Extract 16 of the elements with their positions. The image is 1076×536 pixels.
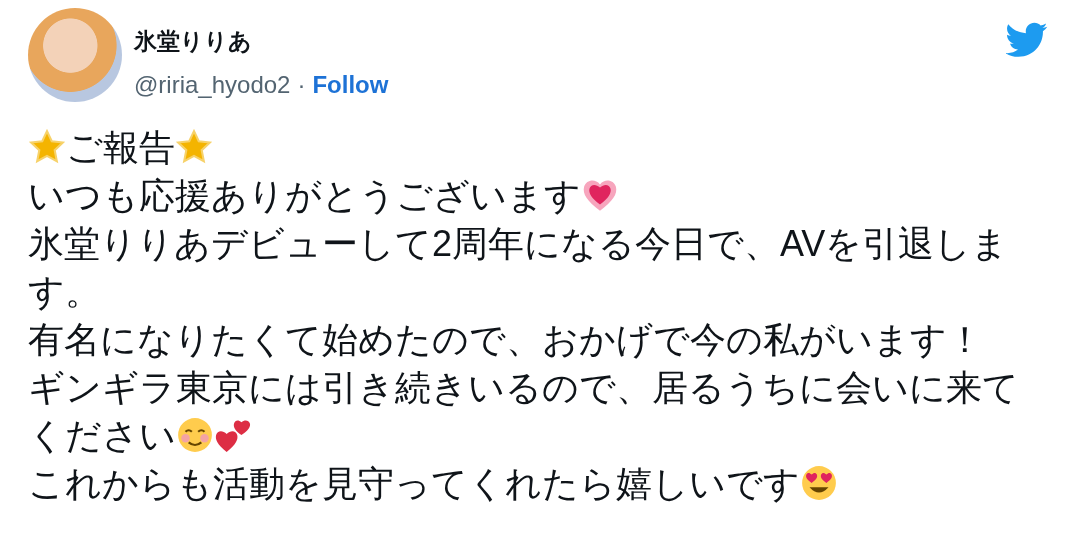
tweet-text-line: ご報告 [66,127,175,168]
tweet-text-line: ギンギラ東京には引き続きいるので、居るうちに会いに来て [28,367,1019,408]
heart-eyes-face-icon [800,464,838,502]
user-handle: @riria_hyodo2 [134,71,291,99]
smiling-face-icon [176,416,214,454]
tweet-text-line: いつも応援ありがとうございます [28,175,581,216]
follow-link[interactable]: Follow [312,71,389,99]
tweet-text-line: これからも活動を見守ってくれたら嬉しいです [28,463,800,504]
display-name: 氷堂りりあ [134,27,253,56]
bird-logo-icon[interactable] [1006,22,1048,58]
star-icon [175,128,213,166]
tweet-text-line: ください [28,415,176,456]
tweet-text-line: 氷堂りりあデビューして2周年になる今日で、AVを引退します。 [28,223,1009,312]
tweet-text-line: 有名になりたくて始めたので、おかげで今の私がいます！ [28,319,983,360]
star-icon [28,128,66,166]
separator-dot: · [297,71,306,99]
